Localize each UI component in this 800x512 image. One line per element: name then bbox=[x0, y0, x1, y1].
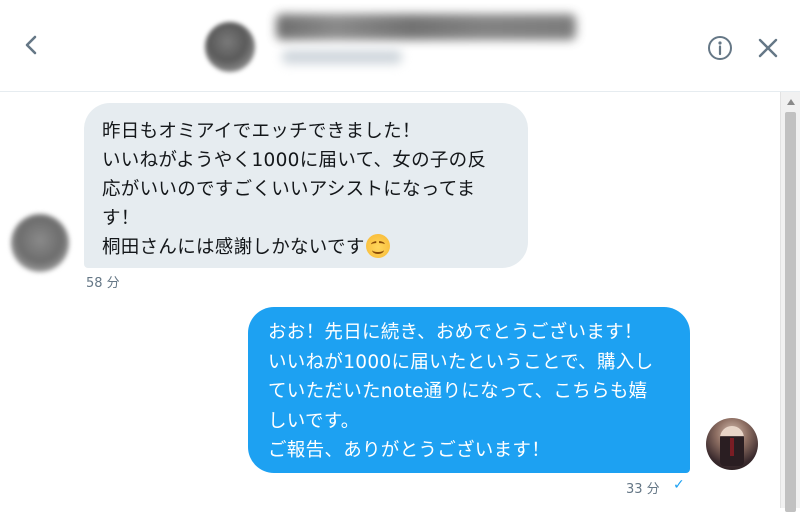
info-button[interactable] bbox=[706, 34, 734, 62]
message-line: 応がいいのですごくいいアシストになってま bbox=[102, 179, 476, 200]
back-button[interactable] bbox=[14, 28, 48, 62]
close-button[interactable] bbox=[754, 34, 782, 62]
scroll-up-arrow[interactable] bbox=[781, 94, 800, 110]
message-line: しいです。 bbox=[268, 410, 360, 432]
message-line: ご報告、ありがとうございます！ bbox=[268, 440, 551, 461]
sent-message-bubble: おお！先日に続き、おめでとうございます！ いいねが1000に届いたということで、… bbox=[248, 307, 690, 473]
conversation-header bbox=[0, 0, 800, 92]
chevron-left-icon bbox=[25, 35, 37, 55]
smiling-face-emoji-icon bbox=[365, 234, 390, 258]
received-timestamp: 58 分 bbox=[86, 276, 120, 291]
message-line: いいねが1000に届いたということで、購入し bbox=[268, 351, 654, 373]
message-line: 昨日もオミアイでエッチできました！ bbox=[102, 121, 421, 142]
sent-timestamp: 33 分 bbox=[626, 482, 660, 497]
message-line-last: 桐田さんには感謝しかないです bbox=[102, 233, 512, 262]
received-message-bubble: 昨日もオミアイでエッチできました！ いいねがようやく1000に届いて、女の子の反… bbox=[84, 103, 528, 268]
contact-avatar[interactable] bbox=[205, 22, 255, 72]
caret-up-icon bbox=[786, 99, 795, 105]
message-line: ていただいたnote通りになって、こちらも嬉 bbox=[268, 381, 648, 402]
received-message-avatar[interactable] bbox=[11, 214, 69, 272]
message-line: おお！先日に続き、おめでとうございます！ bbox=[268, 322, 643, 343]
scrollbar[interactable] bbox=[780, 92, 800, 512]
read-check-icon: ✓ bbox=[673, 477, 685, 493]
scrollbar-thumb[interactable] bbox=[785, 112, 796, 512]
message-line: す！ bbox=[102, 208, 140, 229]
sender-avatar[interactable] bbox=[706, 418, 758, 470]
contact-name-redacted bbox=[276, 14, 576, 40]
message-line-text: 桐田さんには感謝しかないです bbox=[102, 237, 365, 258]
contact-handle-redacted bbox=[282, 50, 402, 64]
close-icon bbox=[758, 38, 778, 58]
info-circle-icon bbox=[708, 36, 732, 60]
avatar-tie bbox=[730, 438, 734, 456]
message-line: いいねがようやく1000に届いて、女の子の反 bbox=[102, 150, 487, 171]
